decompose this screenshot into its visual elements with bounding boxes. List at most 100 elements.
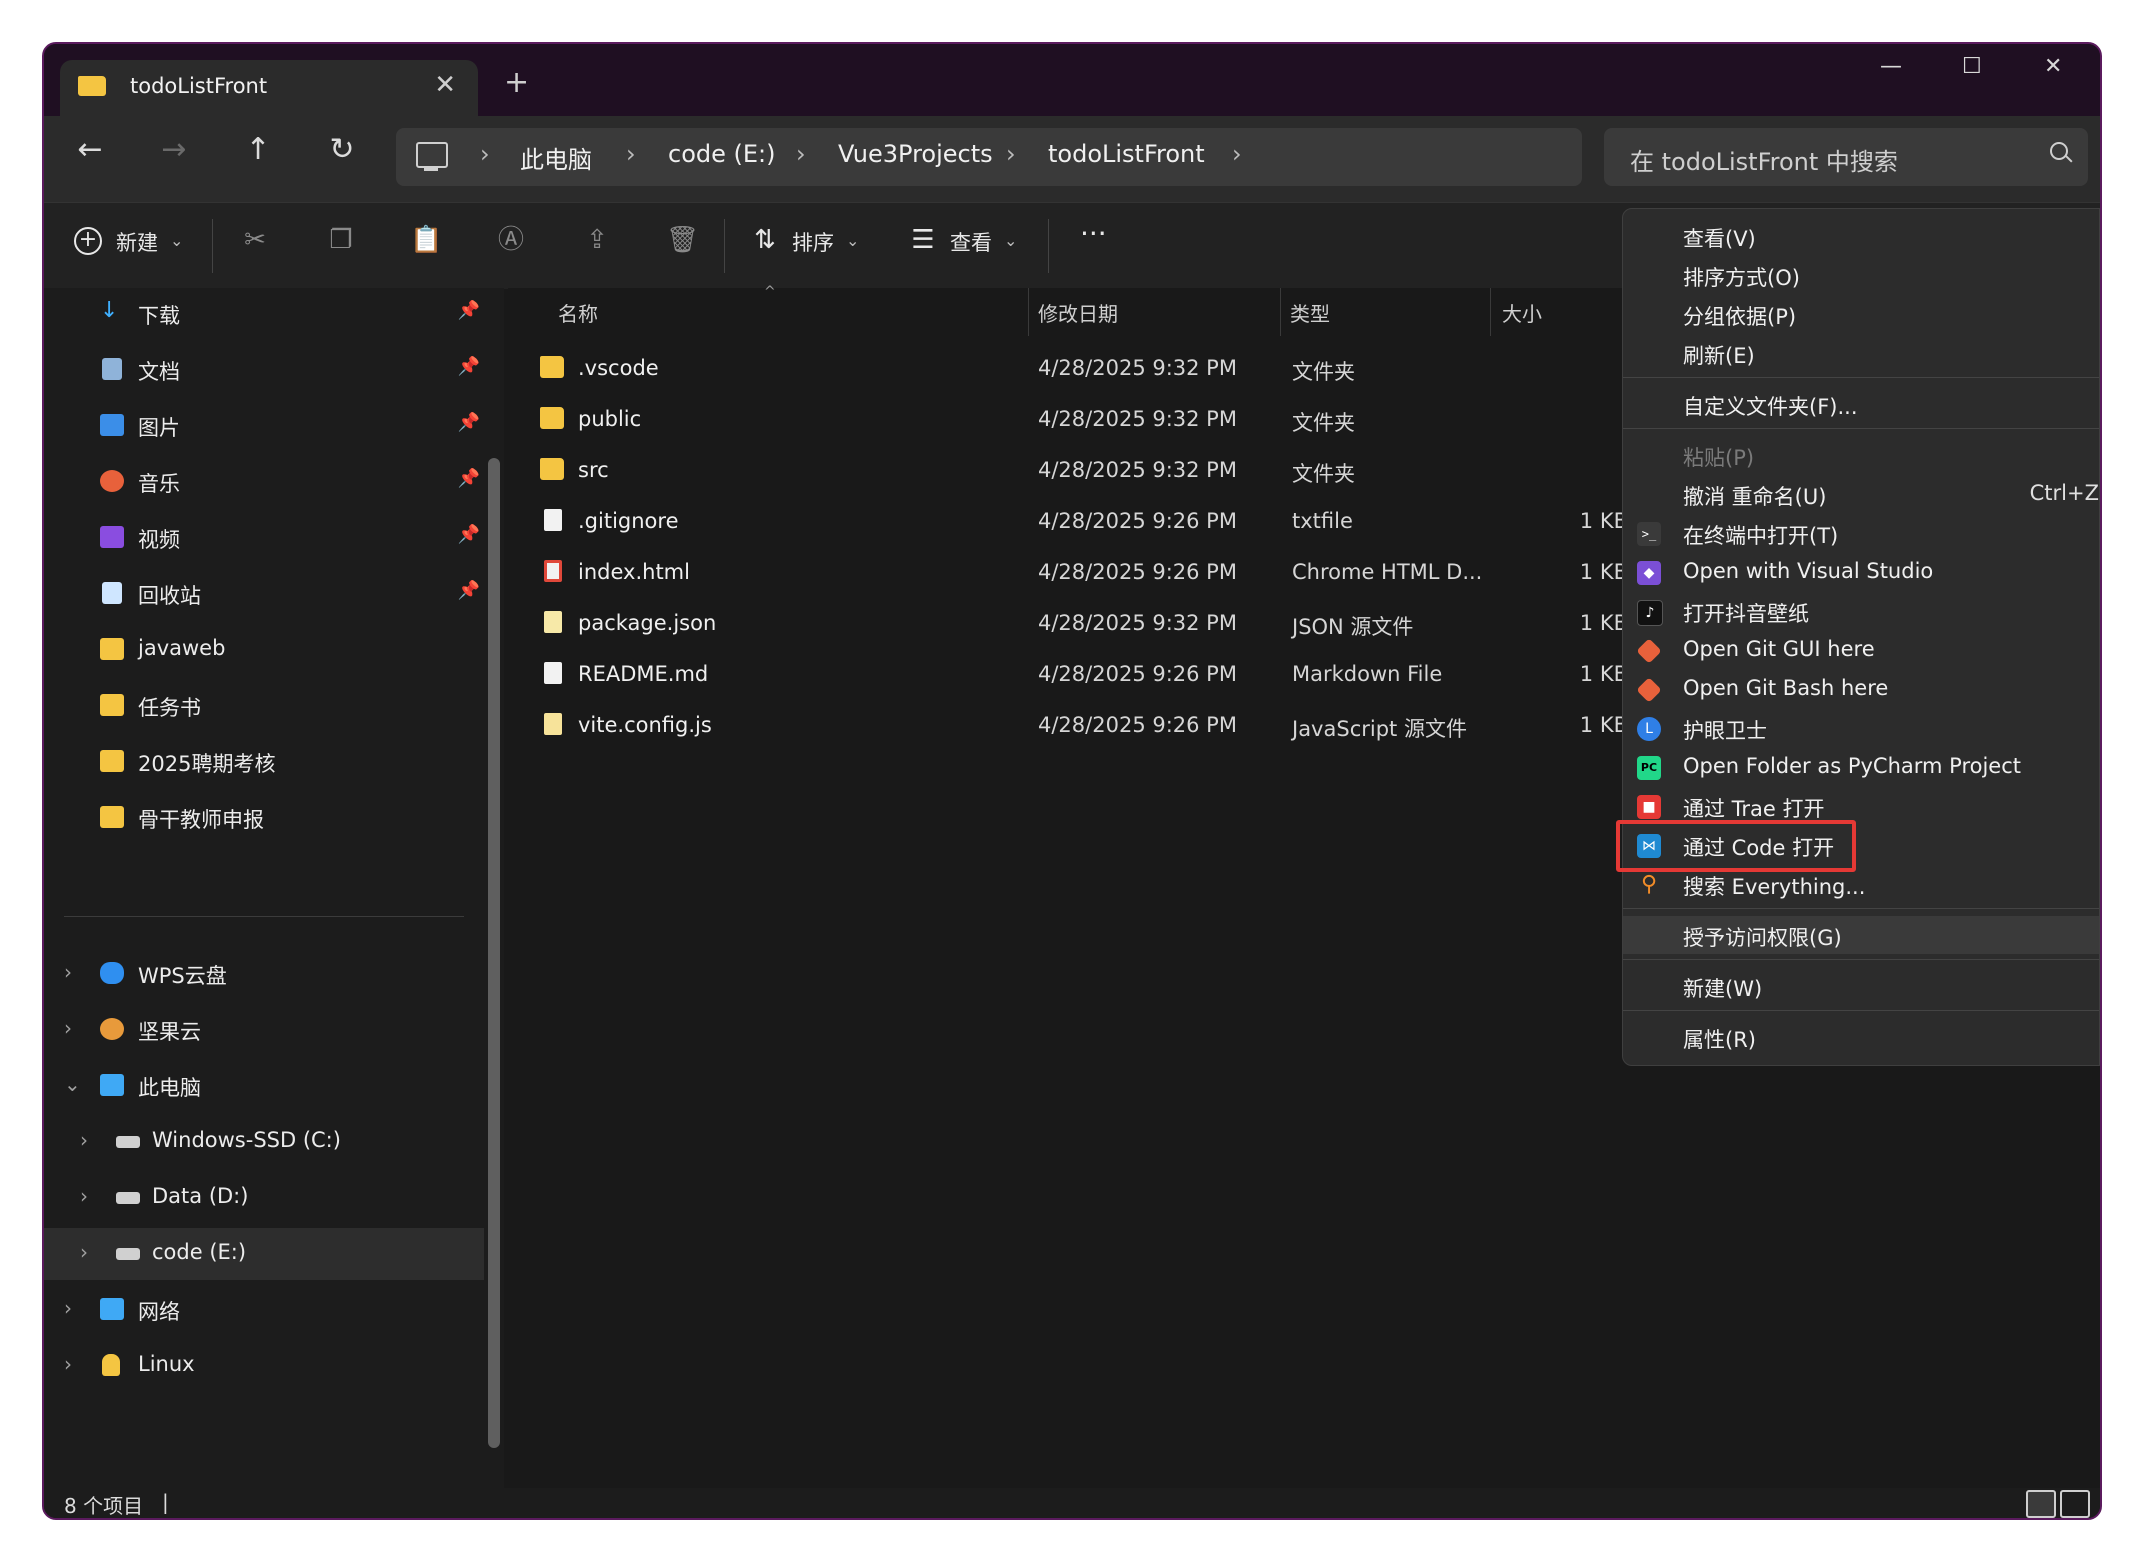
address-bar[interactable]: › 此电脑 › code (E:) › Vue3Projects › todoL… <box>396 128 1582 186</box>
sidebar-item-teacher-application[interactable]: 骨干教师申报 <box>44 792 484 844</box>
sidebar-item-drive-c[interactable]: › Windows-SSD (C:) <box>44 1116 484 1168</box>
minimize-button[interactable]: — <box>1880 54 1902 79</box>
paste-icon[interactable]: 📋 <box>410 225 442 255</box>
share-icon[interactable]: ⇪ <box>582 225 612 255</box>
details-view-icon[interactable] <box>2026 1490 2056 1518</box>
refresh-button[interactable]: ↻ <box>322 132 362 167</box>
menu-item-customize-folder[interactable]: 自定义文件夹(F)... <box>1623 385 2099 423</box>
sidebar-item-music[interactable]: 音乐 📌 <box>44 456 484 508</box>
video-icon <box>100 526 124 548</box>
sidebar-item-2025-review[interactable]: 2025聘期考核 <box>44 736 484 788</box>
file-row[interactable]: .gitignore 4/28/2025 9:26 PM txtfile 1 K… <box>508 497 1628 547</box>
chevron-right-icon[interactable]: › <box>64 1016 72 1040</box>
chevron-right-icon[interactable]: › <box>80 1184 88 1208</box>
file-row[interactable]: README.md 4/28/2025 9:26 PM Markdown Fil… <box>508 650 1628 700</box>
breadcrumb-code-drive[interactable]: code (E:) <box>668 140 775 168</box>
sidebar-item-javaweb[interactable]: javaweb <box>44 624 484 676</box>
column-header-modified[interactable]: 修改日期 <box>1038 298 1118 327</box>
menu-item-git-gui[interactable]: Open Git GUI here <box>1623 631 2099 669</box>
menu-item-new[interactable]: 新建(W) <box>1623 967 2099 1005</box>
chevron-right-icon[interactable]: › <box>80 1128 88 1152</box>
up-button[interactable]: ↑ <box>238 132 278 167</box>
tiles-view-icon[interactable] <box>2060 1490 2090 1518</box>
menu-item-grant-access[interactable]: 授予访问权限(G) <box>1623 916 2099 954</box>
file-row[interactable]: package.json 4/28/2025 9:32 PM JSON 源文件 … <box>508 599 1628 649</box>
sidebar-item-drive-e[interactable]: › code (E:) <box>44 1228 484 1280</box>
sidebar-item-linux[interactable]: › Linux <box>44 1340 484 1392</box>
breadcrumb-todolistfront[interactable]: todoListFront <box>1048 140 1205 168</box>
menu-item-pycharm[interactable]: PC Open Folder as PyCharm Project <box>1623 748 2099 786</box>
menu-item-open-visual-studio[interactable]: ◆ Open with Visual Studio <box>1623 553 2099 591</box>
file-row[interactable]: public 4/28/2025 9:32 PM 文件夹 <box>508 395 1508 445</box>
breadcrumb-vue3projects[interactable]: Vue3Projects <box>838 140 993 168</box>
chevron-down-icon[interactable]: ⌄ <box>846 231 859 250</box>
chevron-down-icon[interactable]: ⌄ <box>64 1072 81 1096</box>
new-tab-button[interactable]: + <box>504 68 529 98</box>
recycle-bin-icon <box>102 582 122 604</box>
sidebar-item-documents[interactable]: 文档 📌 <box>44 344 484 396</box>
menu-item-open-in-terminal[interactable]: >_ 在终端中打开(T) <box>1623 514 2099 552</box>
breadcrumb-separator[interactable]: › <box>626 140 636 168</box>
cut-icon[interactable]: ✂ <box>240 225 270 255</box>
menu-item-properties[interactable]: 属性(R) <box>1623 1018 2099 1056</box>
file-date: 4/28/2025 9:26 PM <box>1038 560 1237 584</box>
sidebar-item-recycle-bin[interactable]: 回收站 📌 <box>44 568 484 620</box>
tab-close-icon[interactable]: ✕ <box>434 70 456 100</box>
file-row[interactable]: .vscode 4/28/2025 9:32 PM 文件夹 <box>508 344 1508 394</box>
new-button[interactable]: 新建 <box>116 227 158 257</box>
chevron-right-icon[interactable]: › <box>64 1352 72 1376</box>
folder-icon <box>540 458 564 480</box>
back-button[interactable]: ← <box>70 132 110 167</box>
more-options-button[interactable]: ··· <box>1080 217 1107 250</box>
tab-todolistfront[interactable]: todoListFront ✕ <box>60 60 478 116</box>
menu-item-sort-by[interactable]: 排序方式(O) <box>1623 256 2099 294</box>
file-row[interactable]: index.html 4/28/2025 9:26 PM Chrome HTML… <box>508 548 1628 598</box>
sidebar-item-videos[interactable]: 视频 📌 <box>44 512 484 564</box>
sidebar-item-drive-d[interactable]: › Data (D:) <box>44 1172 484 1224</box>
chevron-down-icon[interactable]: ⌄ <box>170 231 183 250</box>
chevron-right-icon[interactable]: › <box>80 1240 88 1264</box>
text-file-icon <box>544 509 562 531</box>
column-header-size[interactable]: 大小 <box>1502 298 1542 327</box>
rename-icon[interactable]: Ⓐ <box>496 225 526 255</box>
sidebar-item-wps-cloud[interactable]: › WPS云盘 <box>44 948 484 1000</box>
file-row[interactable]: vite.config.js 4/28/2025 9:26 PM JavaScr… <box>508 701 1628 751</box>
menu-item-paste[interactable]: 粘贴(P) <box>1623 436 2099 474</box>
search-box[interactable]: 在 todoListFront 中搜索 <box>1604 128 2088 186</box>
menu-item-view[interactable]: 查看(V) <box>1623 217 2099 255</box>
sidebar-item-this-pc[interactable]: ⌄ 此电脑 <box>44 1060 484 1112</box>
chevron-right-icon[interactable]: › <box>64 960 72 984</box>
breadcrumb-separator[interactable]: › <box>480 140 490 168</box>
close-window-button[interactable]: ✕ <box>2044 54 2062 79</box>
column-header-type[interactable]: 类型 <box>1290 298 1330 327</box>
sidebar-item-label: 图片 <box>138 416 180 440</box>
menu-item-eye-guard[interactable]: L 护眼卫士 <box>1623 709 2099 747</box>
delete-icon[interactable]: 🗑 <box>666 225 699 255</box>
sidebar-item-nut-cloud[interactable]: › 坚果云 <box>44 1004 484 1056</box>
breadcrumb-separator[interactable]: › <box>1232 140 1242 168</box>
menu-item-git-bash[interactable]: Open Git Bash here <box>1623 670 2099 708</box>
sidebar-item-downloads[interactable]: ↓ 下载 📌 <box>44 288 484 340</box>
breadcrumb-separator[interactable]: › <box>796 140 806 168</box>
sidebar-scrollbar[interactable] <box>488 458 500 1448</box>
sidebar-item-network[interactable]: › 网络 <box>44 1284 484 1336</box>
menu-item-group-by[interactable]: 分组依据(P) <box>1623 295 2099 333</box>
forward-button[interactable]: → <box>154 132 194 167</box>
chevron-right-icon[interactable]: › <box>64 1296 72 1320</box>
menu-item-refresh[interactable]: 刷新(E) <box>1623 334 2099 372</box>
file-row[interactable]: src 4/28/2025 9:32 PM 文件夹 <box>508 446 1508 496</box>
menu-item-label: 排序方式(O) <box>1683 266 1800 290</box>
pin-icon: 📌 <box>457 524 480 545</box>
menu-item-douyin-wallpaper[interactable]: ♪ 打开抖音壁纸 <box>1623 592 2099 630</box>
breadcrumb-separator[interactable]: › <box>1006 140 1016 168</box>
view-button[interactable]: 查看 <box>950 227 992 257</box>
sidebar-item-task-book[interactable]: 任务书 <box>44 680 484 732</box>
column-header-name[interactable]: 名称 <box>558 298 598 327</box>
maximize-button[interactable]: ☐ <box>1962 54 1982 79</box>
sort-button[interactable]: 排序 <box>792 227 834 257</box>
menu-item-undo-rename[interactable]: 撤消 重命名(U) Ctrl+Z <box>1623 475 2099 513</box>
copy-icon[interactable]: ❐ <box>326 225 356 255</box>
sidebar-item-pictures[interactable]: 图片 📌 <box>44 400 484 452</box>
breadcrumb-this-pc[interactable]: 此电脑 <box>520 140 592 175</box>
chevron-down-icon[interactable]: ⌄ <box>1004 231 1017 250</box>
